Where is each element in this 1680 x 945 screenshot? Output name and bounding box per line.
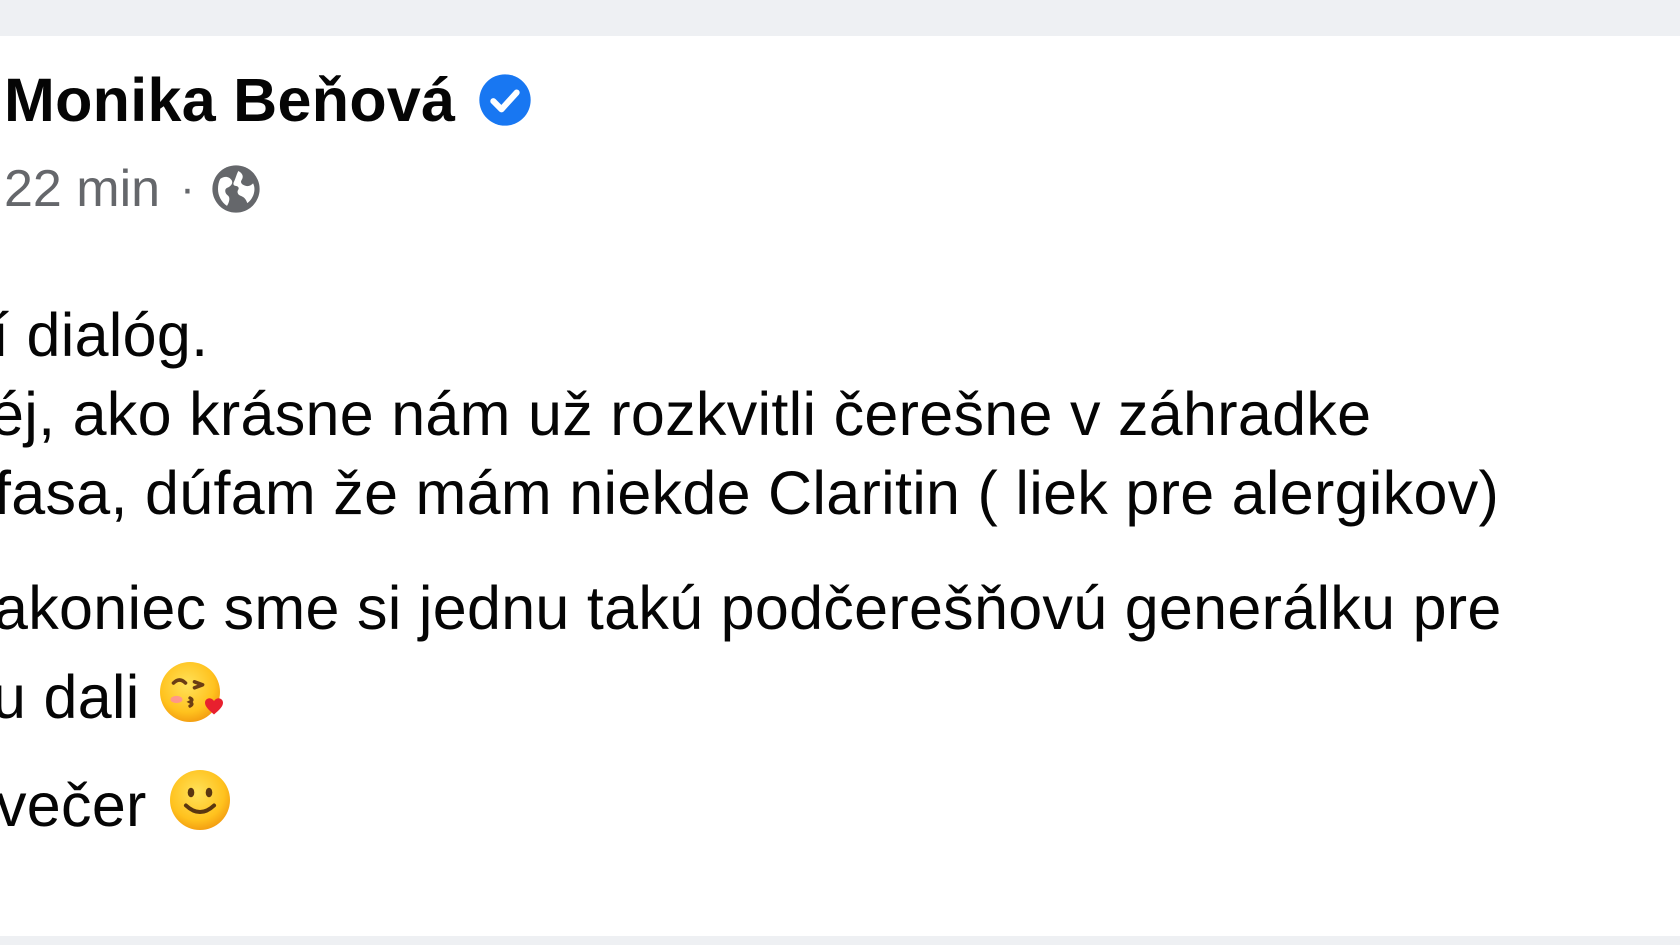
post-text-line-1: í dialóg. xyxy=(0,301,209,369)
post-text-line-3: fasa, dúfam že mám niekde Claritin ( lie… xyxy=(0,459,1500,527)
globe-icon[interactable] xyxy=(209,162,263,216)
meta-separator: · xyxy=(180,164,195,213)
post-meta: 22 min · xyxy=(4,154,263,224)
post-header: Monika Beňová xyxy=(4,64,533,136)
verified-badge-icon xyxy=(479,74,532,126)
face-blowing-a-kiss-emoji xyxy=(159,662,223,722)
post-text-line-5: u dali xyxy=(0,656,229,728)
author-name-link[interactable]: Monika Beňová xyxy=(4,65,455,135)
post-timestamp-link[interactable]: 22 min xyxy=(4,159,160,219)
post-text-line-4: akoniec sme si jednu takú podčerešňovú g… xyxy=(0,574,1502,642)
feed-background-top xyxy=(0,0,1680,36)
slightly-smiling-face-emoji xyxy=(169,770,230,830)
post-text-line-6: večer xyxy=(0,764,236,836)
feed-background-bottom xyxy=(0,936,1680,945)
post-text-line-2: éj, ako krásne nám už rozkvitli čerešne … xyxy=(0,380,1372,448)
